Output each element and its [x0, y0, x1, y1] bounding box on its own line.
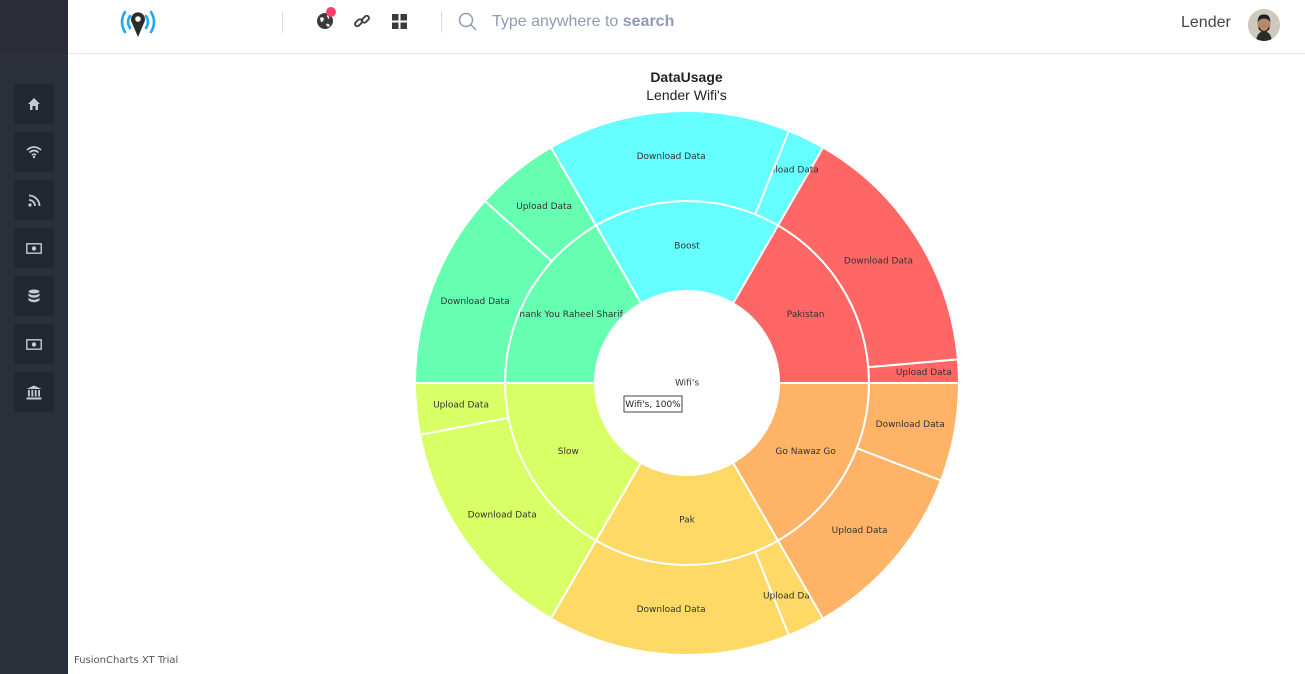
sidebar: [0, 0, 68, 674]
sunburst-segment-label: Pak: [679, 516, 696, 526]
sunburst-segment-label: Slow: [558, 447, 579, 457]
sunburst-leaf-label: Download Data: [844, 257, 913, 267]
search-input[interactable]: [492, 9, 852, 35]
sidebar-item-payments[interactable]: [14, 324, 54, 364]
database-icon: [28, 289, 40, 303]
sidebar-item-rss[interactable]: [14, 180, 54, 220]
notification-badge: [326, 7, 336, 17]
bank-icon: [26, 385, 42, 399]
sunburst-leaf-label: Download Data: [637, 605, 706, 615]
top-bar: Type anywhere to search Lender: [68, 0, 1305, 54]
sunburst-segment-label: Go Nawaz Go: [775, 447, 836, 457]
sunburst-leaf-label: Upload Data: [896, 368, 952, 378]
search-bar[interactable]: Type anywhere to search: [458, 9, 858, 35]
home-icon: [28, 98, 40, 110]
sidebar-header: [0, 0, 68, 54]
sunburst-leaf-label: Download Data: [441, 297, 510, 307]
sunburst-root-label: Wifi's: [675, 379, 699, 389]
apps-button[interactable]: [388, 10, 410, 32]
sidebar-item-wifi[interactable]: [14, 132, 54, 172]
grid-icon: [391, 13, 407, 29]
sunburst-segment-label: Thank You Raheel Sharif: [513, 310, 624, 320]
header-divider: [282, 11, 283, 33]
link-button[interactable]: [351, 10, 373, 32]
user-avatar-image: [1248, 9, 1280, 41]
sidebar-item-bank[interactable]: [14, 372, 54, 412]
tooltip-text: Wifi's, 100%: [625, 400, 681, 410]
wifi-icon: [26, 146, 42, 159]
sunburst-leaf-label: Download Data: [468, 510, 537, 520]
sunburst-segment-label: Pakistan: [787, 310, 825, 320]
chart-tooltip: Wifi's, 100%: [623, 395, 683, 413]
sidebar-item-home[interactable]: [14, 84, 54, 124]
rss-icon: [27, 194, 40, 207]
sidebar-item-money[interactable]: [14, 228, 54, 268]
sunburst-leaf-label: Upload Data: [433, 400, 489, 410]
sidebar-item-database[interactable]: [14, 276, 54, 316]
location-signal-logo[interactable]: [116, 6, 160, 40]
sunburst-leaf-label: Upload Data: [832, 526, 888, 536]
globe-button[interactable]: [314, 7, 336, 32]
chart-area: DataUsage Lender Wifi's Pakistan Boost Tha…: [68, 54, 1305, 674]
money-icon: [26, 338, 42, 350]
money-icon: [26, 242, 42, 254]
sunburst-chart: Pakistan Boost Thank You Raheel Sharif Slow…: [413, 110, 961, 656]
sunburst-segment-label: Boost: [674, 242, 700, 252]
avatar[interactable]: [1248, 9, 1280, 41]
link-icon: [354, 14, 370, 28]
trial-watermark: FusionCharts XT Trial: [74, 655, 179, 666]
sunburst-leaf-label: Download Data: [876, 420, 945, 430]
search-icon: [458, 12, 477, 31]
sunburst-leaf-label: Download Data: [637, 152, 706, 162]
sunburst-leaf-label: Upload Data: [516, 202, 572, 212]
header-divider: [441, 11, 442, 33]
user-name[interactable]: Lender: [1181, 14, 1231, 32]
